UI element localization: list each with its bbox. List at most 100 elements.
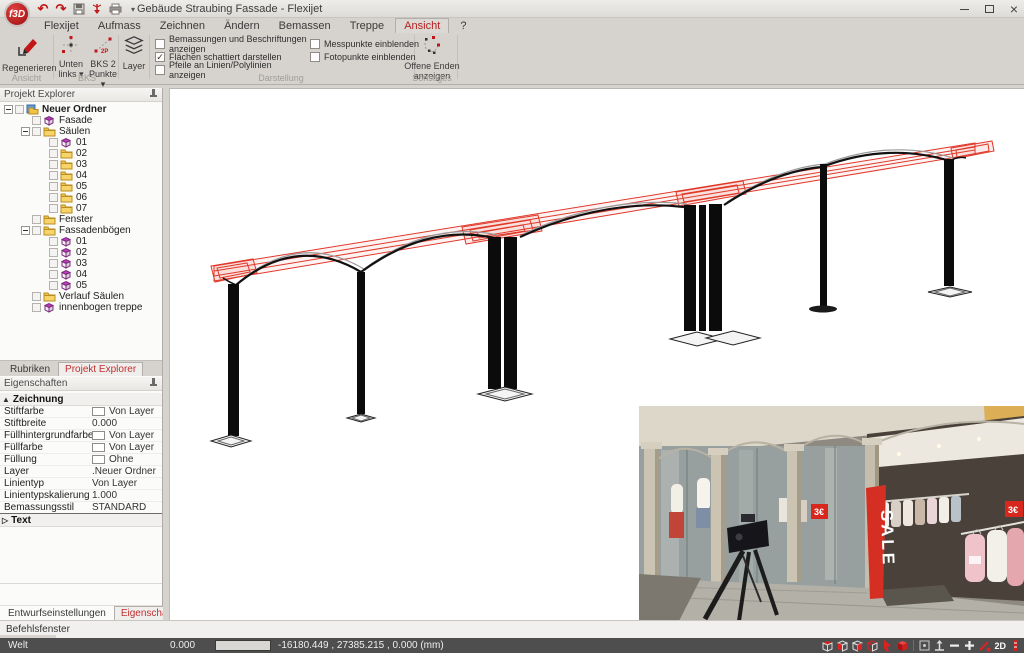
tree-item[interactable]: Neuer Ordner <box>0 104 162 115</box>
tab-flexijet[interactable]: Flexijet <box>36 19 87 34</box>
tree-item[interactable]: 01 <box>0 236 162 247</box>
tree-checkbox[interactable] <box>32 226 41 235</box>
tree-item[interactable]: Fenster <box>0 214 162 225</box>
property-row[interactable]: Füllfarbe Von Layer <box>0 442 162 454</box>
view-cube-iso-icon[interactable] <box>866 639 879 652</box>
property-group-text[interactable]: ▷ Text <box>0 514 162 527</box>
plumb-tool-icon[interactable] <box>90 2 104 16</box>
property-value[interactable]: .Neuer Ordner <box>92 466 156 477</box>
tree-checkbox[interactable] <box>49 204 58 213</box>
tab-help[interactable]: ? <box>452 19 474 34</box>
tree-checkbox[interactable] <box>49 259 58 268</box>
tree-item[interactable]: 07 <box>0 203 162 214</box>
tree-checkbox[interactable] <box>49 160 58 169</box>
property-row[interactable]: Linientyp Von Layer <box>0 478 162 490</box>
tree-checkbox[interactable] <box>49 193 58 202</box>
tab-zeichnen[interactable]: Zeichnen <box>152 19 213 34</box>
checkbox-row[interactable]: Bemassungen und Beschriftungen anzeigen <box>155 37 310 50</box>
tree-item[interactable]: 04 <box>0 170 162 181</box>
regenerate-button[interactable]: Regenerieren <box>2 35 52 73</box>
point-display-icon[interactable] <box>918 639 931 652</box>
tree-item[interactable]: Verlauf Säulen <box>0 291 162 302</box>
print-icon[interactable] <box>108 2 122 16</box>
tree-checkbox[interactable] <box>49 171 58 180</box>
checkbox[interactable]: ✓ <box>155 52 165 62</box>
close-button[interactable]: × <box>1010 4 1018 14</box>
tree-item[interactable]: Säulen <box>0 126 162 137</box>
minimize-button[interactable] <box>960 9 969 10</box>
pin-icon[interactable] <box>149 378 158 389</box>
property-value[interactable]: Von Layer <box>92 478 137 489</box>
tab-bemassen[interactable]: Bemassen <box>271 19 339 34</box>
property-label-layer[interactable]: Layer <box>4 466 92 477</box>
tree-checkbox[interactable] <box>49 281 58 290</box>
property-value[interactable]: Von Layer <box>109 442 154 453</box>
tab-aendern[interactable]: Ändern <box>216 19 267 34</box>
view-cube-top-icon[interactable] <box>821 639 834 652</box>
checkbox[interactable] <box>155 39 165 49</box>
panel-splitter[interactable] <box>163 88 170 620</box>
redo-icon[interactable]: ↷ <box>54 2 68 16</box>
tree-expander-icon[interactable] <box>4 105 13 114</box>
drawing-viewport[interactable]: 3€ 3€ SALE <box>170 88 1024 620</box>
tree-checkbox[interactable] <box>15 105 24 114</box>
property-row[interactable]: Bemassungsstil STANDARD <box>0 502 162 514</box>
tree-checkbox[interactable] <box>49 138 58 147</box>
tree-item[interactable]: 06 <box>0 192 162 203</box>
tree-item[interactable]: 03 <box>0 159 162 170</box>
property-row[interactable]: Stiftbreite 0.000 <box>0 418 162 430</box>
command-window-bar[interactable]: Befehlsfenster <box>0 620 1024 638</box>
tree-item[interactable]: 05 <box>0 181 162 192</box>
tree-item[interactable]: 02 <box>0 247 162 258</box>
property-value[interactable]: 1.000 <box>92 490 117 501</box>
snap-angle-icon[interactable] <box>978 639 991 652</box>
property-value[interactable]: Von Layer <box>109 430 154 441</box>
layer-button[interactable]: Layer <box>121 35 147 71</box>
tree-item[interactable]: 05 <box>0 280 162 291</box>
tab-entwurfseinstellungen[interactable]: Entwurfseinstellungen <box>2 607 112 620</box>
tree-item[interactable]: Fassadenbögen <box>0 225 162 236</box>
select-arrow-icon[interactable] <box>881 639 894 652</box>
tree-checkbox[interactable] <box>32 215 41 224</box>
pin-icon[interactable] <box>149 89 158 100</box>
property-group-zeichnung[interactable]: ▲ Zeichnung <box>0 393 162 406</box>
zoom-out-icon[interactable] <box>948 639 961 652</box>
tree-checkbox[interactable] <box>32 292 41 301</box>
tab-projekt-explorer[interactable]: Projekt Explorer <box>58 362 143 376</box>
property-value[interactable]: Von Layer <box>109 406 154 417</box>
color-swatch[interactable] <box>92 455 105 464</box>
tab-ansicht[interactable]: Ansicht <box>395 18 449 33</box>
property-value[interactable]: 0.000 <box>92 418 117 429</box>
restore-button[interactable] <box>985 5 994 13</box>
tab-treppe[interactable]: Treppe <box>342 19 392 34</box>
coordinate-system-label[interactable]: Welt <box>8 640 28 651</box>
color-swatch[interactable] <box>92 407 105 416</box>
tree-checkbox[interactable] <box>49 270 58 279</box>
property-row[interactable]: Füllhintergrundfarbe Von Layer <box>0 430 162 442</box>
tree-checkbox[interactable] <box>49 182 58 191</box>
tree-checkbox[interactable] <box>32 127 41 136</box>
tree-item[interactable]: Fasade <box>0 115 162 126</box>
checkbox[interactable] <box>310 39 320 49</box>
view-cube-side-icon[interactable] <box>851 639 864 652</box>
tree-checkbox[interactable] <box>49 237 58 246</box>
color-swatch[interactable] <box>92 443 105 452</box>
mode-2d-toggle[interactable]: 2D <box>993 641 1007 651</box>
tree-item[interactable]: 04 <box>0 269 162 280</box>
color-swatch[interactable] <box>92 431 105 440</box>
solid-cube-icon[interactable] <box>896 639 909 652</box>
tab-rubriken[interactable]: Rubriken <box>4 363 56 376</box>
tab-aufmass[interactable]: Aufmass <box>90 19 149 34</box>
tree-item[interactable]: 02 <box>0 148 162 159</box>
tree-expander-icon[interactable] <box>21 226 30 235</box>
property-row[interactable]: Stiftfarbe Von Layer <box>0 406 162 418</box>
property-value[interactable]: STANDARD <box>92 502 146 513</box>
tree-item[interactable]: 03 <box>0 258 162 269</box>
view-cube-front-icon[interactable] <box>836 639 849 652</box>
tree-expander-icon[interactable] <box>21 127 30 136</box>
tree-checkbox[interactable] <box>32 303 41 312</box>
status-input-field[interactable] <box>215 640 271 651</box>
flexijet-logo-icon[interactable]: f3D <box>4 1 30 27</box>
level-indicator-icon[interactable] <box>1009 639 1022 652</box>
pan-icon[interactable] <box>933 639 946 652</box>
